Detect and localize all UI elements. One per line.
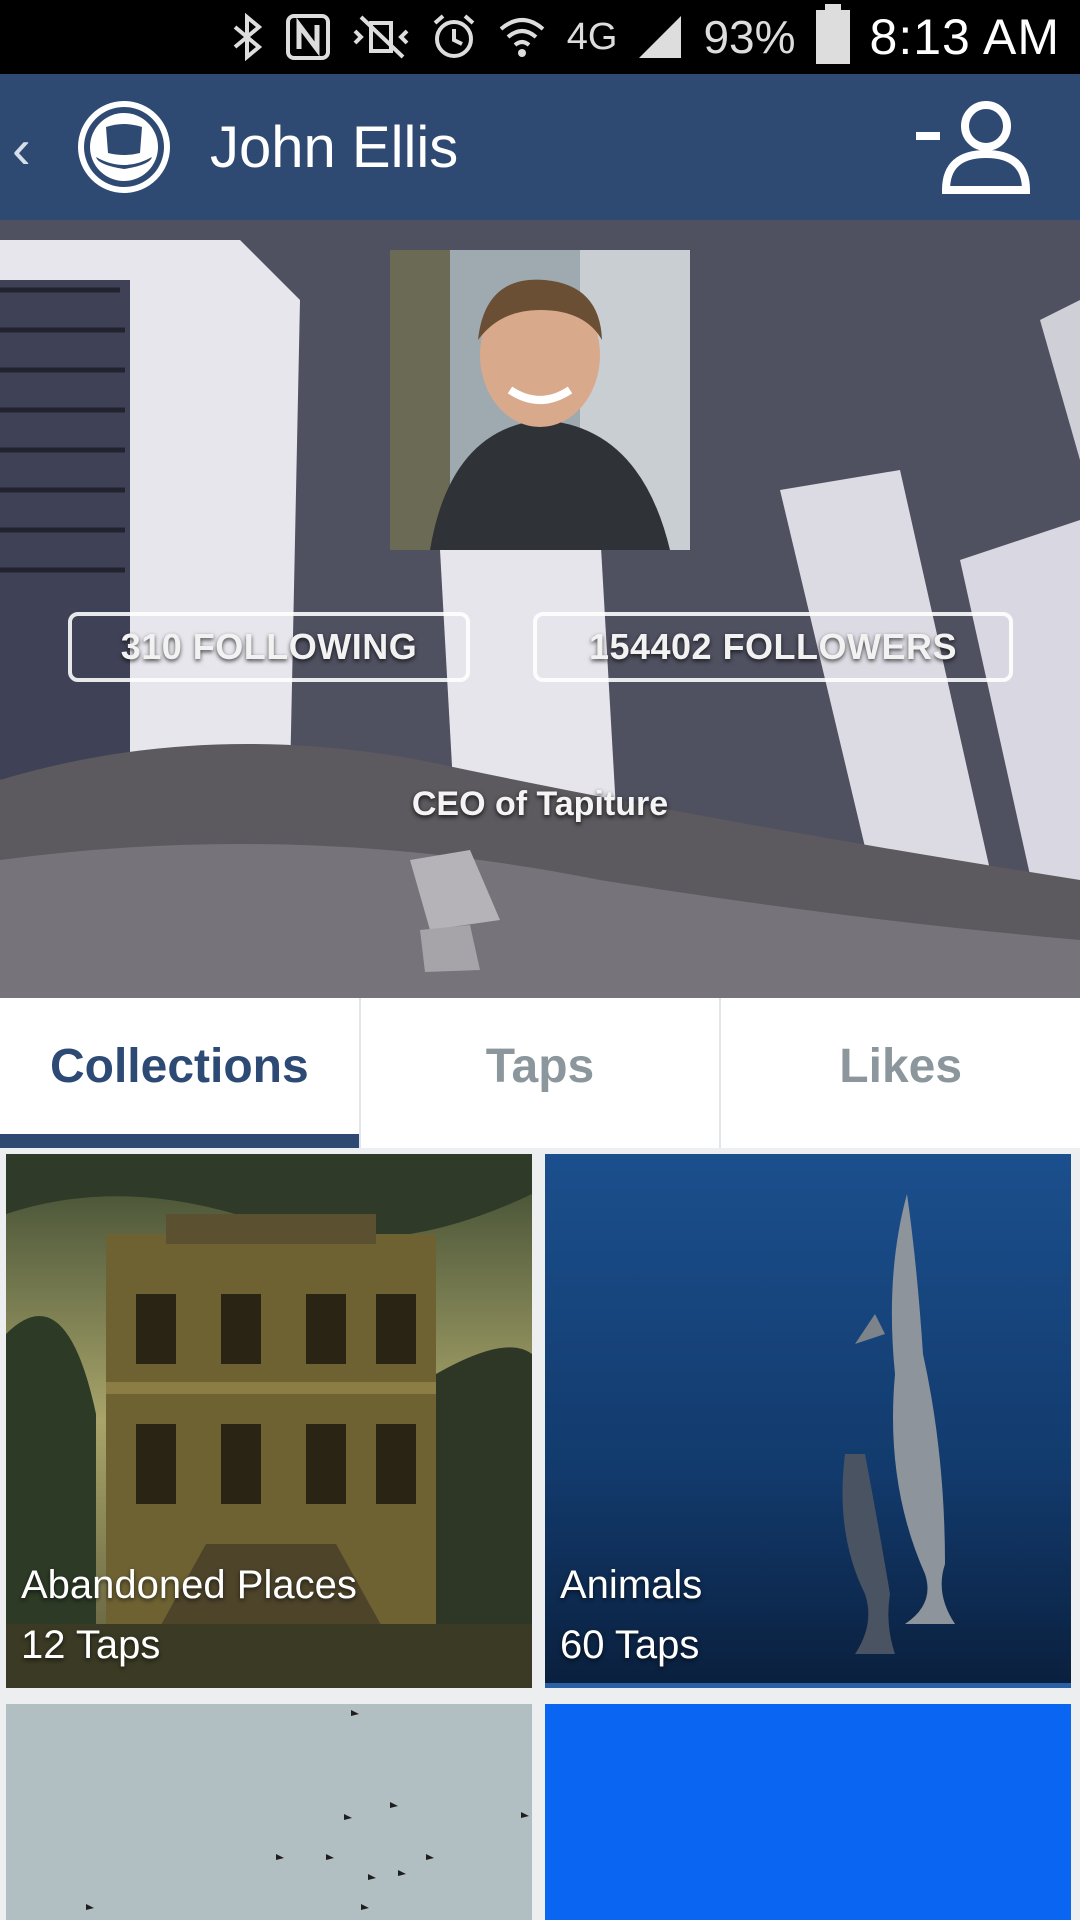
battery-percent: 93% [703,11,796,63]
profile-tagline: CEO of Tapiture [411,785,669,823]
avatar[interactable] [390,250,690,550]
battery-icon [815,4,850,64]
collection-card-3[interactable] [6,1704,532,1920]
followers-button[interactable]: 154402 FOLLOWERS [533,612,1013,682]
collection-card-abandoned-places[interactable]: Abandoned Places 12 Taps [6,1154,532,1688]
chevron-left-icon[interactable]: ‹ [12,116,31,181]
app-bar: ‹ John Ellis [0,74,1080,220]
nfc-icon [285,13,331,61]
tab-collections[interactable]: Collections [0,998,361,1148]
network-type-label: 4G [566,15,618,58]
status-bar: 4G 93% 8:13 AM [0,0,1080,74]
signal-icon [637,14,683,60]
collection-tap-count: 60 Taps [560,1623,700,1667]
tab-likes[interactable]: Likes [721,998,1080,1148]
collection-card-4[interactable] [545,1704,1071,1920]
page-title: John Ellis [210,115,459,180]
collection-card-animals[interactable]: Animals 60 Taps [545,1154,1071,1688]
collection-title: Abandoned Places [21,1563,357,1607]
following-button[interactable]: 310 FOLLOWING [68,612,470,682]
profile-tabs: Collections Taps Likes [0,998,1080,1148]
clock: 8:13 AM [869,9,1060,65]
profile-header: 310 FOLLOWING 154402 FOLLOWERS CEO of Ta… [0,220,1080,998]
vibrate-icon [351,13,411,61]
card-underline [545,1683,1071,1688]
collection-tap-count: 12 Taps [21,1623,161,1667]
bluetooth-icon [231,13,265,61]
tab-taps[interactable]: Taps [361,998,722,1148]
collection-title: Animals [560,1563,703,1607]
wifi-icon [497,13,547,61]
collection-cover-image [6,1704,532,1920]
unfollow-user-icon[interactable] [916,98,1032,199]
alarm-icon [431,13,477,61]
top-hat-icon[interactable] [78,101,170,193]
